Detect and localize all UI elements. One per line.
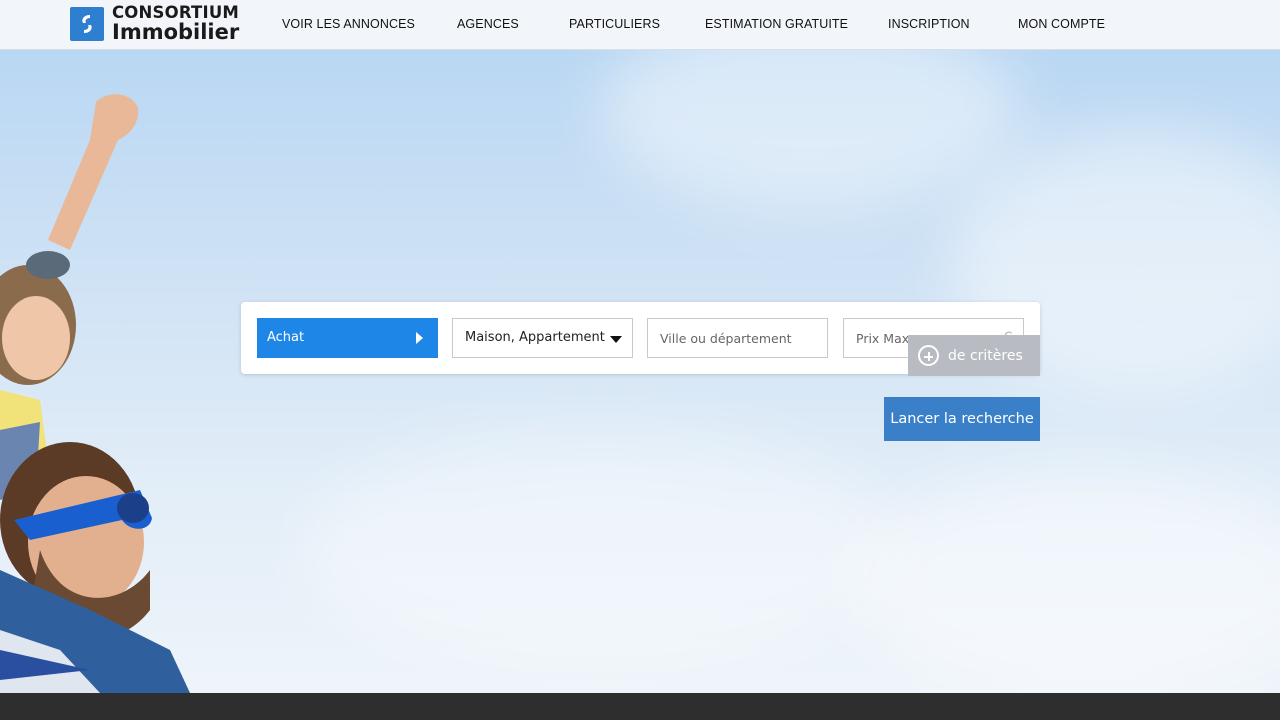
nav-mon-compte[interactable]: MON COMPTE [1018,17,1105,31]
more-criteria-button[interactable]: de critères [908,335,1040,376]
brand-name-bottom: Immobilier [112,19,240,44]
site-header: CONSORTIUM Immobilier VOIR LES ANNONCES … [0,0,1280,50]
brand-logo[interactable]: CONSORTIUM Immobilier [70,5,240,44]
search-submit-label: Lancer la recherche [890,411,1034,427]
triangle-right-icon [416,332,423,344]
property-type-value: Maison, Appartement [465,330,605,345]
logo-mark-icon [70,7,104,41]
hero-banner: Achat Maison, Appartement € de critères … [0,50,1280,693]
nav-particuliers[interactable]: PARTICULIERS [569,17,660,31]
nav-inscription[interactable]: INSCRIPTION [888,17,970,31]
transaction-select[interactable]: Achat [257,318,438,358]
nav-estimation-gratuite[interactable]: ESTIMATION GRATUITE [705,17,848,31]
hero-people-illustration [0,94,190,693]
search-submit-button[interactable]: Lancer la recherche [884,397,1040,441]
transaction-value: Achat [267,330,305,345]
nav-voir-les-annonces[interactable]: VOIR LES ANNONCES [282,17,415,31]
more-criteria-label: de critères [948,347,1023,364]
caret-down-icon [610,336,622,343]
city-field-wrapper [647,318,828,358]
footer-bar [0,693,1280,720]
property-type-select[interactable]: Maison, Appartement [452,318,633,358]
plus-circle-icon [918,345,939,366]
city-input[interactable] [648,319,827,357]
nav-agences[interactable]: AGENCES [457,17,519,31]
